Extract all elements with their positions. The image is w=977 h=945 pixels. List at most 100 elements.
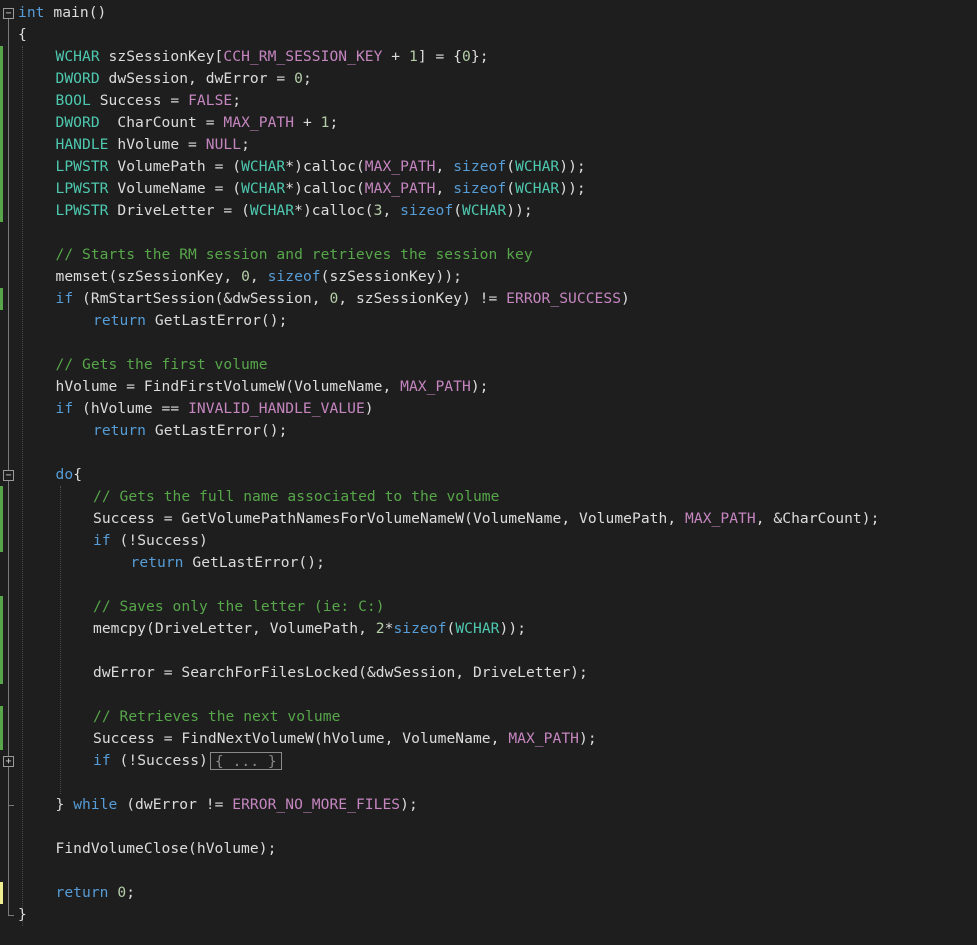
code-line[interactable]: FindVolumeClose(hVolume); <box>56 838 277 860</box>
change-marker-saved <box>0 156 3 178</box>
code-line[interactable]: LPWSTR VolumeName = (WCHAR*)calloc(MAX_P… <box>56 178 586 200</box>
code-token: + <box>382 48 409 65</box>
indent-guide <box>22 46 23 926</box>
collapsed-region-placeholder[interactable]: { ... } <box>209 752 282 770</box>
expand-icon[interactable]: + <box>3 756 14 767</box>
comment-token: // Gets the first volume <box>55 356 268 373</box>
code-line[interactable]: return GetLastError(); <box>93 310 287 332</box>
editor-gutter: − − + <box>0 0 18 945</box>
code-line[interactable]: } while (dwError != ERROR_NO_MORE_FILES)… <box>56 794 418 816</box>
code-token: { <box>73 466 83 483</box>
code-token: dwSession, dwError = <box>99 70 295 87</box>
code-editor[interactable]: − − + int main(){WCHAR szSessionKey[CCH_RM… <box>0 0 977 945</box>
code-line[interactable]: LPWSTR VolumePath = (WCHAR*)calloc(MAX_P… <box>56 156 586 178</box>
collapse-icon[interactable]: − <box>3 8 14 19</box>
code-token: )); <box>506 202 533 219</box>
code-line[interactable]: HANDLE hVolume = NULL; <box>56 134 250 156</box>
macro-token: MAX_PATH <box>508 730 580 747</box>
keyword-token: return <box>55 884 109 901</box>
change-marker-saved <box>0 486 3 508</box>
code-line[interactable]: BOOL Success = FALSE; <box>56 90 242 112</box>
comment-token: // Starts the RM session and retrieves t… <box>55 246 533 263</box>
code-line[interactable]: do{ <box>56 464 83 486</box>
code-token: Success = FindNextVolumeW(hVolume, Volum… <box>93 730 509 747</box>
code-token: ) <box>621 290 630 307</box>
code-area[interactable]: int main(){WCHAR szSessionKey[CCH_RM_SES… <box>18 0 977 945</box>
code-token: (!Success) <box>110 532 208 549</box>
type-token: LPWSTR <box>55 158 109 175</box>
code-token: , <box>435 158 454 175</box>
code-line[interactable]: DWORD dwSession, dwError = 0; <box>56 68 312 90</box>
code-token: ( <box>446 620 456 637</box>
macro-token: CCH_RM_SESSION_KEY <box>223 48 383 65</box>
code-line[interactable]: hVolume = FindFirstVolumeW(VolumeName, M… <box>56 376 489 398</box>
code-line[interactable]: if (!Success) <box>93 530 208 552</box>
code-line[interactable]: dwError = SearchForFilesLocked(&dwSessio… <box>93 662 588 684</box>
number-token: 0 <box>241 268 250 285</box>
code-line[interactable]: if (!Success){ ... } <box>93 750 282 772</box>
code-token: VolumeName = ( <box>108 180 242 197</box>
type-token: DWORD <box>55 114 100 131</box>
change-marker-saved <box>0 68 3 90</box>
code-token: ; <box>241 136 250 153</box>
code-token: *)calloc( <box>294 202 374 219</box>
code-line[interactable]: memset(szSessionKey, 0, sizeof(szSession… <box>56 266 463 288</box>
code-line[interactable]: DWORD CharCount = MAX_PATH + 1; <box>56 112 339 134</box>
number-token: 0 <box>117 884 127 901</box>
code-token: (hVolume == <box>73 400 189 417</box>
code-line[interactable]: WCHAR szSessionKey[CCH_RM_SESSION_KEY + … <box>56 46 489 68</box>
code-line[interactable]: { <box>18 24 27 46</box>
code-line[interactable]: if (hVolume == INVALID_HANDLE_VALUE) <box>56 398 374 420</box>
code-token: ); <box>400 796 418 813</box>
code-line[interactable]: return GetLastError(); <box>131 552 325 574</box>
code-line[interactable]: // Gets the full name associated to the … <box>93 486 499 508</box>
number-token: 2 <box>375 620 385 637</box>
code-line[interactable]: } <box>18 904 27 926</box>
code-token: (szSessionKey)); <box>320 268 463 285</box>
macro-token: MAX_PATH <box>364 158 436 175</box>
type-token: LPWSTR <box>55 202 109 219</box>
code-line[interactable]: // Starts the RM session and retrieves t… <box>56 244 533 266</box>
change-marker-saved <box>0 640 3 662</box>
change-marker-saved <box>0 508 3 530</box>
keyword-token: if <box>55 400 74 417</box>
fold-region-end <box>8 805 14 806</box>
code-token: GetLastError(); <box>146 422 288 439</box>
keyword-token: while <box>73 796 118 813</box>
collapse-icon[interactable]: − <box>3 470 14 481</box>
code-line[interactable]: return 0; <box>56 882 136 904</box>
change-marker-saved <box>0 200 3 222</box>
indent-guide <box>59 486 61 794</box>
comment-token: // Retrieves the next volume <box>93 708 341 725</box>
keyword-token: if <box>55 290 74 307</box>
code-token: CharCount = <box>99 114 224 131</box>
code-line[interactable]: int main() <box>18 2 106 24</box>
comment-token: // Saves only the letter (ie: C:) <box>93 598 385 615</box>
code-token: *)calloc( <box>285 158 365 175</box>
change-marker-saved <box>0 134 3 156</box>
code-line[interactable]: LPWSTR DriveLetter = (WCHAR*)calloc(3, s… <box>56 200 533 222</box>
code-token: (!Success) <box>110 752 208 769</box>
type-token: WCHAR <box>55 48 100 65</box>
code-line[interactable]: Success = FindNextVolumeW(hVolume, Volum… <box>93 728 597 750</box>
code-line[interactable]: if (RmStartSession(&dwSession, 0, szSess… <box>56 288 630 310</box>
type-token: WCHAR <box>515 158 560 175</box>
code-token: DriveLetter = ( <box>108 202 250 219</box>
code-line[interactable]: // Retrieves the next volume <box>93 706 340 728</box>
code-token: ( <box>506 158 516 175</box>
change-marker-saved <box>0 288 3 310</box>
code-line[interactable]: return GetLastError(); <box>93 420 287 442</box>
type-token: BOOL <box>55 92 91 109</box>
code-token: )); <box>559 158 586 175</box>
code-line[interactable]: // Saves only the letter (ie: C:) <box>93 596 385 618</box>
macro-token: NULL <box>205 136 242 153</box>
macro-token: ERROR_NO_MORE_FILES <box>232 796 401 813</box>
code-line[interactable]: // Gets the first volume <box>56 354 268 376</box>
macro-token: MAX_PATH <box>400 378 471 395</box>
code-line[interactable]: Success = GetVolumePathNamesForVolumeNam… <box>93 508 879 530</box>
type-token: WCHAR <box>462 202 507 219</box>
code-line[interactable]: memcpy(DriveLetter, VolumePath, 2*sizeof… <box>93 618 526 640</box>
keyword-token: do <box>55 466 74 483</box>
type-token: DWORD <box>55 70 100 87</box>
code-token: , szSessionKey) != <box>338 290 507 307</box>
